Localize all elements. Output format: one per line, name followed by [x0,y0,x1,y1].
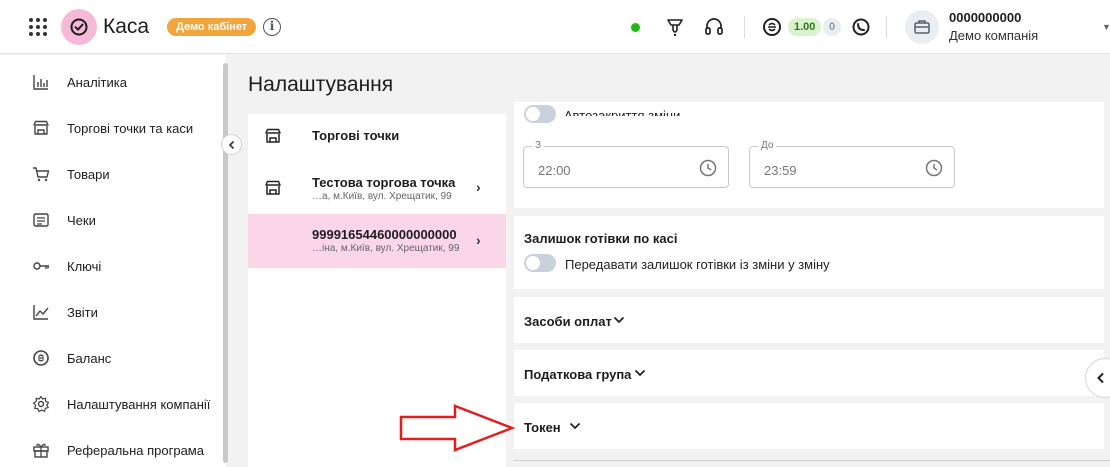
cash-register-row-selected[interactable]: 99991654460000000000 …іна, м.Київ, вул. … [248,214,506,268]
sidebar-item-label: Аналітика [67,75,127,90]
chevron-down-icon[interactable]: ▼ [1102,22,1110,32]
chevron-down-icon [613,316,625,324]
briefcase-icon[interactable] [905,10,939,44]
field-label: До [758,140,777,151]
chevron-right-icon: › [476,232,481,248]
sidebar-item-label: Звіти [67,305,98,320]
top-header: Каса Демо кабінет i 1.00 0 0000000000 Де… [0,0,1110,54]
receipt-icon [33,213,49,227]
demo-badge: Демо кабінет [167,18,257,36]
trade-point-row[interactable]: Тестова торгова точка …а, м.Київ, вул. Х… [248,160,506,214]
sidebar-item-label: Баланс [67,351,112,366]
key-icon [33,262,49,270]
company-name[interactable]: Демо компанія [949,28,1038,43]
logo-text[interactable]: Каса [103,15,149,39]
store-icon [265,180,281,195]
sidebar-item-label: Чеки [67,213,96,228]
chevron-left-icon [1097,372,1104,384]
divider [514,460,1110,461]
apps-grid-icon[interactable] [29,18,47,36]
balance-badge[interactable]: 1.00 [788,18,822,36]
payment-methods-title: Засоби оплат [524,314,612,329]
chevron-down-icon [634,369,646,377]
sidebar-item-referral[interactable]: Реферальна програма [0,426,222,467]
cash-balance-card: Залишок готівки по касі Передавати залиш… [514,216,1104,289]
sidebar-item-label: Налаштування компанії [67,397,211,412]
page-title: Налаштування [248,73,394,96]
balance-icon [33,350,49,366]
sidebar-item-receipts[interactable]: Чеки [0,196,222,242]
trade-points-header: Торгові точки [248,114,506,158]
status-dot [631,23,640,32]
transfer-cash-label: Передавати залишок готівки із зміни у зм… [565,257,830,272]
payment-methods-section[interactable]: Засоби оплат [514,297,1104,343]
cart-icon [33,167,50,182]
company-id[interactable]: 0000000000 [949,10,1021,25]
tax-group-title: Податкова група [524,367,632,382]
store-icon [33,120,49,135]
sidebar-item-stores[interactable]: Торгові точки та каси [0,104,222,150]
sidebar-item-products[interactable]: Товари [0,150,222,196]
sidebar-item-label: Торгові точки та каси [67,121,194,136]
sidebar-scrollbar[interactable] [223,63,228,463]
bonus-badge[interactable]: 0 [823,18,842,36]
sidebar-item-reports[interactable]: Звіти [0,288,222,334]
autoclose-shift-label: Автозакриття зміни [564,108,681,116]
sidebar-item-balance[interactable]: Баланс [0,334,222,380]
token-section[interactable]: Токен [514,403,1104,449]
info-icon[interactable]: i [263,18,281,36]
transfer-cash-toggle[interactable] [524,254,556,272]
tax-group-section[interactable]: Податкова група [514,350,1104,396]
chevron-right-icon: › [476,179,481,195]
token-title: Токен [524,420,561,435]
annotation-arrow-icon [399,404,516,452]
chart-line-icon [33,305,49,320]
analytics-icon [33,75,48,90]
cash-balance-title: Залишок готівки по касі [524,231,678,246]
trade-point-address: …а, м.Київ, вул. Хрещатик, 99 [312,191,452,202]
trade-points-title: Торгові точки [312,128,400,143]
trade-point-name: Тестова торгова точка [312,175,456,190]
clock-icon[interactable] [924,158,944,178]
cash-register-id: 99991654460000000000 [312,227,457,242]
sidebar-item-analytics[interactable]: Аналітика [0,58,222,104]
header-divider [744,16,745,38]
store-icon [265,128,281,143]
headset-icon[interactable] [703,16,725,38]
chevron-left-icon [228,140,234,149]
field-value: 23:59 [764,163,797,178]
notifications-icon[interactable] [664,16,686,38]
whatsapp-icon[interactable] [850,16,872,38]
chevron-down-icon [569,422,581,430]
field-value: 22:00 [538,163,571,178]
cash-register-address: …іна, м.Київ, вул. Хрещатик, 99 [312,243,460,254]
logo-icon[interactable] [61,9,97,45]
sidebar-item-keys[interactable]: Ключі [0,242,222,288]
header-divider [886,16,887,38]
settings-icon [32,395,50,413]
autoclose-shift-toggle[interactable] [524,105,556,123]
shift-from-time-field[interactable]: З 22:00 [523,140,729,188]
clock-icon[interactable] [698,158,718,178]
shift-to-time-field[interactable]: До 23:59 [749,140,955,188]
gift-icon [33,443,49,458]
sidebar-item-label: Ключі [67,259,102,274]
collapse-sidebar-button[interactable] [221,134,242,155]
field-label: З [532,140,545,151]
sidebar-item-label: Товари [67,167,110,182]
currency-icon[interactable] [761,16,783,38]
shift-settings-card: Автозакриття зміни З 22:00 До 23:59 [514,102,1104,208]
sidebar: Аналітика Торгові точки та каси Товари Ч… [0,55,226,467]
sidebar-item-company-settings[interactable]: Налаштування компанії [0,380,222,426]
sidebar-item-label: Реферальна програма [67,443,204,458]
